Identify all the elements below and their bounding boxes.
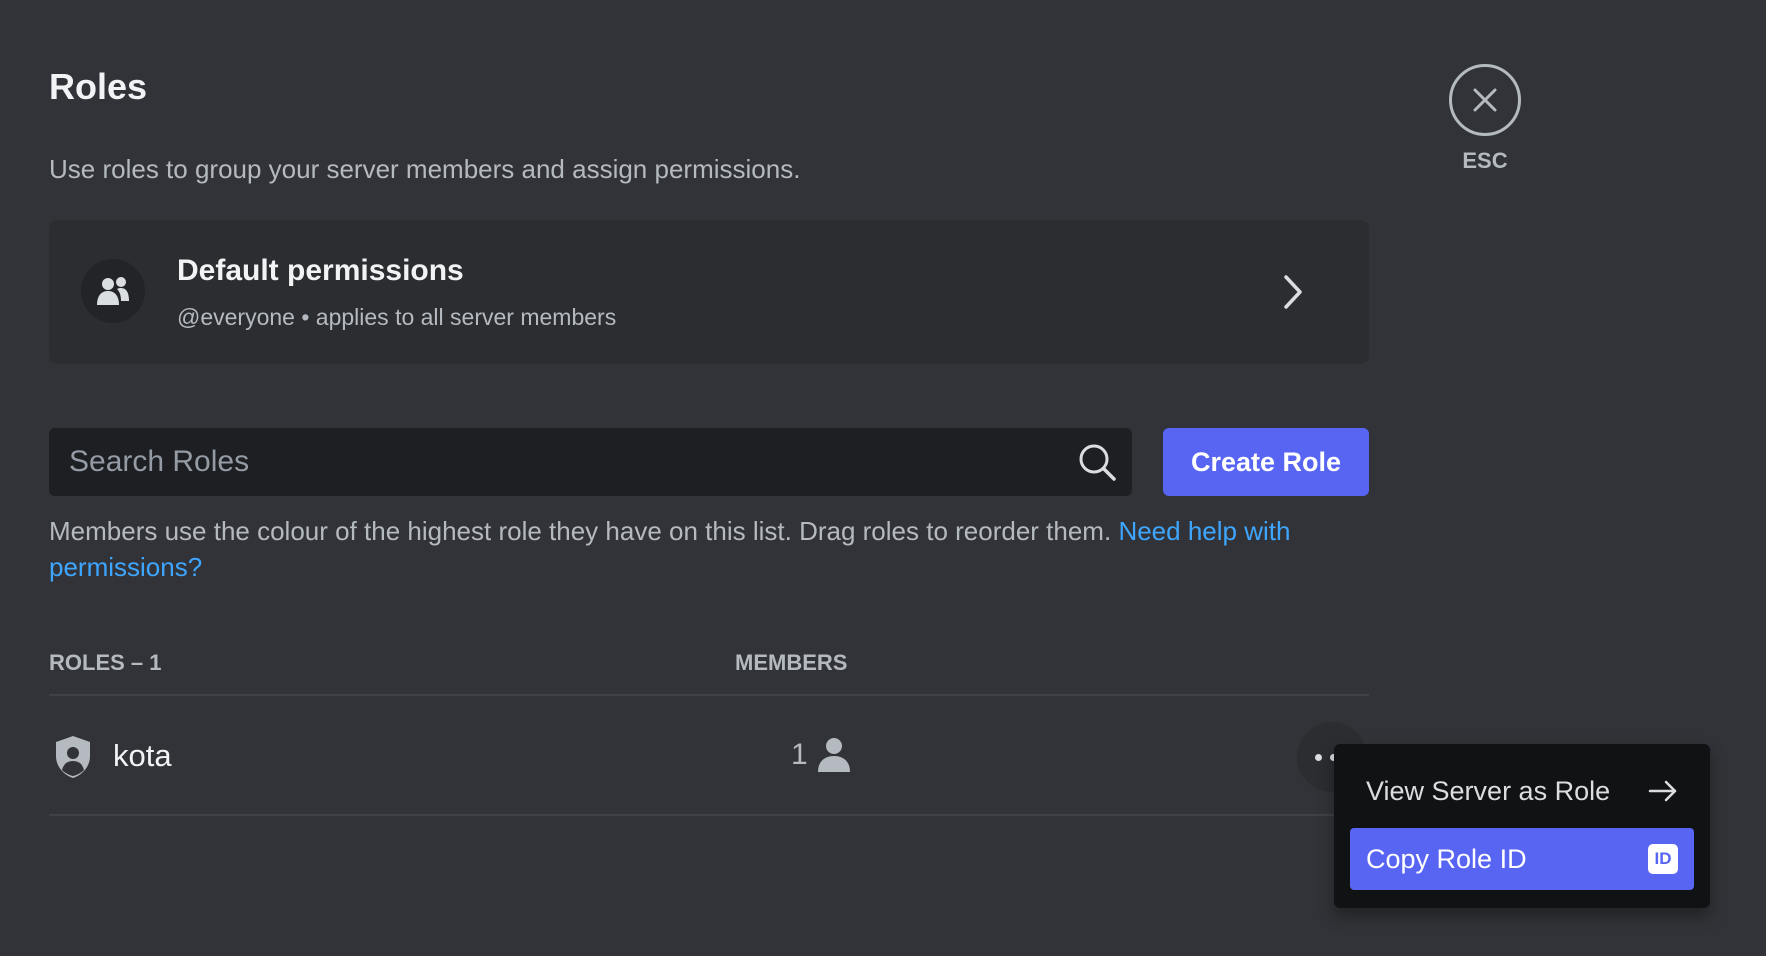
default-permissions-subtitle: @everyone • applies to all server member… (177, 304, 617, 330)
menu-item-label: View Server as Role (1366, 775, 1611, 806)
menu-item-copy-role-id[interactable]: Copy Role ID ID (1350, 828, 1694, 890)
menu-item-label: Copy Role ID (1366, 843, 1527, 874)
page-subtitle: Use roles to group your server members a… (49, 154, 801, 184)
default-permissions-card[interactable]: Default permissions @everyone • applies … (49, 220, 1369, 364)
members-icon (97, 277, 129, 305)
chevron-right-icon (1284, 275, 1302, 309)
id-icon: ID (1648, 844, 1678, 874)
info-text: Members use the colour of the highest ro… (49, 516, 1112, 546)
role-row[interactable]: kota 1 (49, 698, 1369, 816)
close-button[interactable] (1449, 64, 1521, 136)
roles-settings-page: Roles Use roles to group your server mem… (0, 0, 1766, 956)
shield-icon (56, 736, 90, 778)
row-divider (49, 814, 1369, 816)
member-icon (818, 738, 850, 772)
search-box (49, 428, 1132, 496)
page-title: Roles (49, 66, 148, 107)
roles-column-header: ROLES – 1 (49, 650, 162, 675)
close-control: ESC (1449, 64, 1521, 174)
create-role-button[interactable]: Create Role (1163, 428, 1369, 496)
search-input[interactable] (69, 428, 1029, 496)
member-count: 1 (791, 738, 808, 771)
role-context-menu: View Server as Role Copy Role ID ID (1334, 744, 1710, 908)
default-permissions-title: Default permissions (177, 254, 464, 287)
more-dots-icon (1315, 753, 1322, 761)
default-permissions-avatar (81, 259, 145, 323)
close-icon (1473, 88, 1497, 112)
role-name: kota (113, 738, 172, 773)
arrow-right-icon (1648, 780, 1677, 802)
header-divider (49, 694, 1369, 696)
search-icon[interactable] (1077, 442, 1117, 482)
members-column-header: MEMBERS (735, 650, 848, 675)
esc-label: ESC (1462, 148, 1508, 173)
roles-info-text: Members use the colour of the highest ro… (49, 513, 1389, 585)
menu-item-view-server-as-role[interactable]: View Server as Role (1350, 760, 1694, 822)
